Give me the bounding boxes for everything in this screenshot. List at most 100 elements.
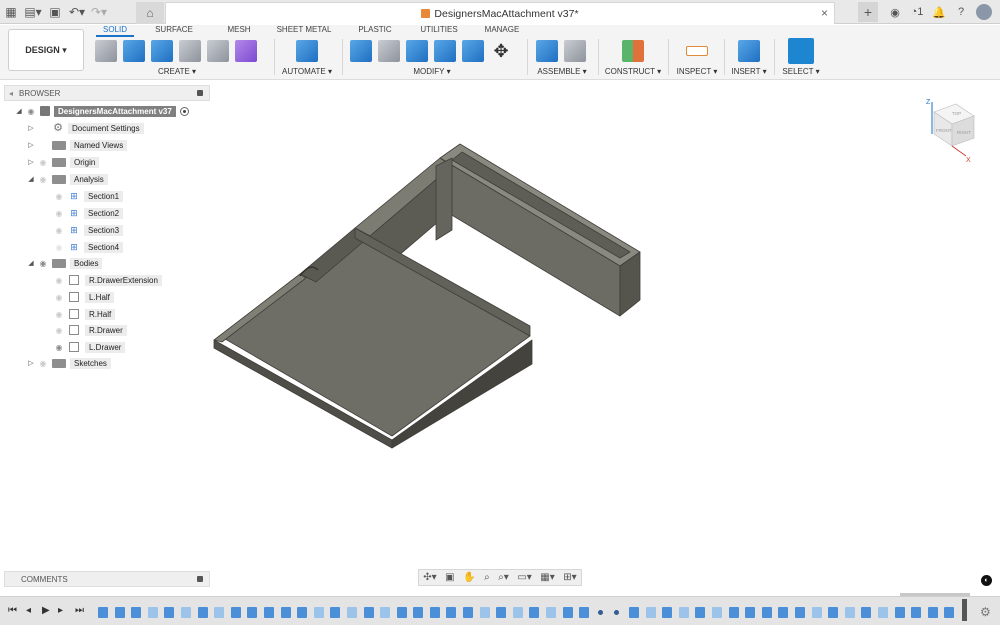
activate-radio[interactable] xyxy=(179,106,189,116)
combine-icon[interactable] xyxy=(462,40,484,62)
help-icon[interactable]: ? xyxy=(950,6,972,18)
inspect-menu[interactable]: INSPECT ▾ xyxy=(674,67,720,76)
timeline-feature-icon[interactable] xyxy=(280,606,291,618)
tree-item[interactable]: ◉ ⊞ Section2 xyxy=(52,206,124,220)
tree-item[interactable]: ◢ ◉ Analysis xyxy=(26,172,108,186)
expand-icon[interactable]: ▷ xyxy=(26,359,36,367)
tree-item[interactable]: ◉ L.Half xyxy=(52,290,114,304)
chamfer-icon[interactable] xyxy=(406,40,428,62)
file-menu-icon[interactable]: ▤▾ xyxy=(22,2,44,22)
zoom-icon[interactable]: ⌕ xyxy=(484,572,490,583)
visibility-eye-icon[interactable]: ◉ xyxy=(36,359,50,368)
extrude-icon[interactable] xyxy=(123,40,145,62)
avatar[interactable] xyxy=(976,4,992,20)
timeline-feature-icon[interactable] xyxy=(711,606,722,618)
timeline-feature-icon[interactable] xyxy=(463,606,474,618)
press-pull-icon[interactable] xyxy=(350,40,372,62)
redo-icon[interactable]: ↷▾ xyxy=(88,2,110,22)
timeline-feature-icon[interactable] xyxy=(230,606,241,618)
tree-item[interactable]: ◉ ⊞ Section3 xyxy=(52,223,124,237)
timeline-feature-icon[interactable] xyxy=(496,606,507,618)
timeline-feature-icon[interactable] xyxy=(263,606,274,618)
timeline-feature-icon[interactable] xyxy=(413,606,424,618)
create-sketch-icon[interactable] xyxy=(95,40,117,62)
select-cursor-icon[interactable] xyxy=(788,38,814,64)
status-icon[interactable]: ◐ xyxy=(981,575,992,586)
tab-utilities[interactable]: UTILITIES xyxy=(406,25,472,37)
insert-image-icon[interactable] xyxy=(738,40,760,62)
expand-icon[interactable]: ▷ xyxy=(26,141,36,149)
visibility-eye-icon[interactable]: ◉ xyxy=(52,243,66,252)
expand-icon[interactable]: ◢ xyxy=(26,175,36,183)
timeline-feature-icon[interactable] xyxy=(745,606,756,618)
timeline-feature-icon[interactable] xyxy=(330,606,341,618)
expand-icon[interactable]: ◢ xyxy=(14,107,24,115)
measure-icon[interactable] xyxy=(686,46,708,56)
visibility-eye-icon[interactable]: ◉ xyxy=(36,259,50,268)
tab-surface[interactable]: SURFACE xyxy=(134,25,214,37)
timeline-feature-icon[interactable] xyxy=(662,606,673,618)
visibility-eye-icon[interactable]: ◉ xyxy=(36,158,50,167)
look-at-icon[interactable]: ▣ xyxy=(445,572,454,583)
step-back-icon[interactable]: ◂ xyxy=(26,605,31,616)
timeline-feature-icon[interactable] xyxy=(164,606,175,618)
automate-icon[interactable] xyxy=(296,40,318,62)
timeline-feature-icon[interactable] xyxy=(446,606,457,618)
create-menu[interactable]: CREATE ▾ xyxy=(92,67,262,76)
visibility-eye-icon[interactable]: ◉ xyxy=(24,107,38,116)
document-tab[interactable]: DesignersMacAttachment v37* × xyxy=(165,2,835,24)
timeline-feature-icon[interactable] xyxy=(761,606,772,618)
viewcube[interactable]: Z TOP FRONT RIGHT X xyxy=(922,96,978,162)
tab-manage[interactable]: MANAGE xyxy=(472,25,532,37)
timeline-settings-icon[interactable]: ⚙ xyxy=(980,605,991,619)
pattern-icon[interactable] xyxy=(207,40,229,62)
browser-panel-header[interactable]: ◂ BROWSER xyxy=(4,85,210,101)
tree-item[interactable]: ▷ Named Views xyxy=(26,138,128,152)
home-tab[interactable]: ⌂ xyxy=(136,2,164,24)
timeline-feature-icon[interactable] xyxy=(197,606,208,618)
visibility-eye-icon[interactable]: ◉ xyxy=(52,226,66,235)
notifications-icon[interactable]: 🔔 xyxy=(928,6,950,19)
tree-item[interactable]: ◉ L.Drawer xyxy=(52,340,126,354)
timeline-feature-icon[interactable] xyxy=(794,606,805,618)
pan-icon[interactable]: ✋ xyxy=(463,572,475,583)
timeline-feature-icon[interactable] xyxy=(131,606,142,618)
timeline-feature-icon[interactable] xyxy=(645,606,656,618)
tree-item[interactable]: ◉ R.Drawer xyxy=(52,323,127,337)
construct-menu[interactable]: CONSTRUCT ▾ xyxy=(604,67,662,76)
new-tab-button[interactable]: + xyxy=(858,2,878,22)
timeline-feature-icon[interactable] xyxy=(98,606,108,618)
timeline-feature-icon[interactable] xyxy=(247,606,258,618)
timeline-feature-icon[interactable] xyxy=(828,606,839,618)
pin-icon[interactable] xyxy=(197,576,203,582)
timeline-feature-icon[interactable] xyxy=(678,606,689,618)
undo-icon[interactable]: ↶▾ xyxy=(66,2,88,22)
drawer-model[interactable] xyxy=(213,143,641,449)
tree-root[interactable]: ◢ ◉ DesignersMacAttachment v37 xyxy=(14,104,189,118)
tree-item[interactable]: ◢ ◉ Bodies xyxy=(26,256,103,270)
timeline-feature-icon[interactable] xyxy=(844,606,855,618)
expand-icon[interactable]: ▷ xyxy=(26,158,36,166)
timeline-feature-icon[interactable] xyxy=(927,606,938,618)
timeline-feature-icon[interactable] xyxy=(861,606,872,618)
assemble-menu[interactable]: ASSEMBLE ▾ xyxy=(533,67,591,76)
tree-item[interactable]: ◉ ⊞ Section1 xyxy=(52,189,124,203)
timeline-feature-icon[interactable] xyxy=(911,606,922,618)
timeline-feature-icon[interactable] xyxy=(894,606,905,618)
revolve-icon[interactable] xyxy=(151,40,173,62)
tree-item[interactable]: ◉ R.DrawerExtension xyxy=(52,273,162,287)
timeline-feature-icon[interactable] xyxy=(479,606,490,618)
tree-item[interactable]: ▷ ⚙ Document Settings xyxy=(26,121,144,135)
save-icon[interactable]: ▣ xyxy=(44,2,66,22)
visibility-eye-icon[interactable]: ◉ xyxy=(52,276,66,285)
go-to-start-icon[interactable]: ⏮ xyxy=(8,605,17,616)
timeline-feature-icon[interactable] xyxy=(546,606,557,618)
expand-icon[interactable]: ◢ xyxy=(26,259,36,267)
play-icon[interactable]: ▶ xyxy=(42,605,50,616)
tab-plastic[interactable]: PLASTIC xyxy=(344,25,406,37)
visibility-eye-icon[interactable]: ◉ xyxy=(52,293,66,302)
visibility-eye-icon[interactable]: ◉ xyxy=(36,175,50,184)
zoom-window-icon[interactable]: ⌕▾ xyxy=(498,572,509,583)
timeline-feature-icon[interactable] xyxy=(944,606,955,618)
grid-settings-icon[interactable]: ▦▾ xyxy=(540,572,554,583)
